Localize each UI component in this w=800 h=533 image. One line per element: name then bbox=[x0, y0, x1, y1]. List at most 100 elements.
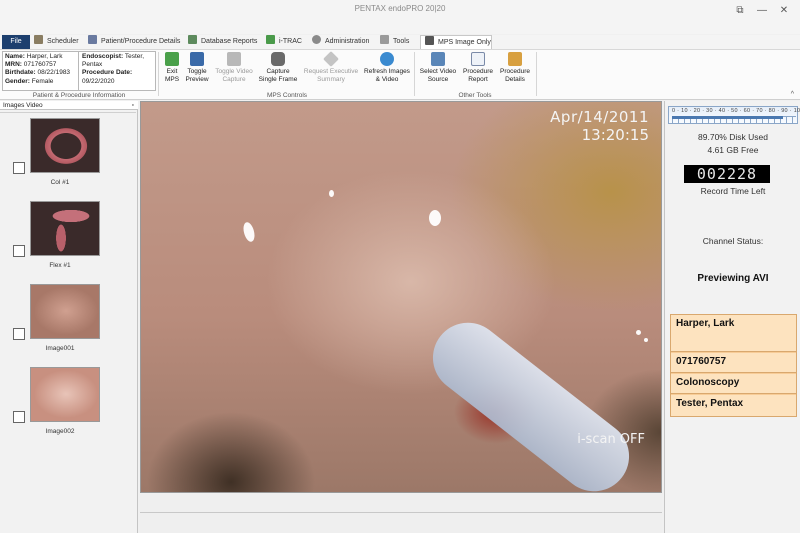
summary-patient-name: Harper, Lark bbox=[671, 315, 796, 352]
button-label: & Video bbox=[375, 75, 399, 83]
button-label: Source bbox=[427, 75, 449, 83]
button-label: Exit bbox=[166, 68, 178, 75]
patient-info-caption: Patient & Procedure Information bbox=[32, 92, 126, 99]
thumbnail-label: Image001 bbox=[45, 345, 75, 352]
tools-icon bbox=[380, 35, 389, 44]
capture-single-frame-button[interactable]: Capture Single Frame bbox=[256, 52, 300, 90]
thumbnail-label: Image002 bbox=[45, 428, 75, 435]
tab-itrac[interactable]: i-TRAC bbox=[266, 35, 302, 49]
procedure-report-button[interactable]: Procedure Report bbox=[461, 52, 495, 90]
thumbnail-image-flex-diagram[interactable] bbox=[30, 201, 100, 256]
collapse-ribbon-icon[interactable]: ^ bbox=[791, 91, 794, 98]
tab-label: Tools bbox=[393, 38, 410, 45]
button-label: Details bbox=[505, 75, 525, 83]
toggle-preview-button[interactable]: Toggle Preview bbox=[184, 52, 210, 90]
disk-usage-fill bbox=[672, 116, 784, 119]
tab-database-reports[interactable]: Database Reports bbox=[188, 35, 257, 49]
restore-icon[interactable]: ⧉ bbox=[730, 4, 750, 18]
thumbnail-checkbox[interactable] bbox=[13, 411, 25, 423]
thumbnail-image-endoscopy-2[interactable] bbox=[30, 367, 100, 422]
button-label: Request Executive bbox=[303, 68, 359, 75]
patient-birthdate-line: Birthdate: 08/22/1983 bbox=[5, 69, 76, 77]
summary-physician: Tester, Pentax bbox=[671, 395, 796, 416]
footer-divider bbox=[140, 512, 662, 513]
thumbnail-checkbox[interactable] bbox=[13, 328, 25, 340]
patient-name: Harper, Lark bbox=[26, 53, 63, 60]
mrn-label: MRN: bbox=[5, 61, 22, 69]
disk-usage-gauge: 0 · 10 · 20 · 30 · 40 · 50 · 60 · 70 · 8… bbox=[668, 106, 800, 124]
pin-icon[interactable]: ▫ bbox=[132, 101, 134, 110]
thumbnail-image-endoscopy-1[interactable] bbox=[30, 284, 100, 339]
video-tab[interactable]: Video bbox=[26, 102, 43, 109]
refresh-images-video-button[interactable]: Refresh Images & Video bbox=[362, 52, 412, 90]
ribbon-tabs: File Scheduler Patient/Procedure Details… bbox=[0, 35, 800, 49]
live-video-view[interactable]: Apr/14/2011 13:20:15 i-scan OFF bbox=[140, 101, 662, 493]
thumbnail-checkbox[interactable] bbox=[13, 245, 25, 257]
tab-file-label: File bbox=[10, 38, 22, 45]
tab-label: Scheduler bbox=[47, 38, 79, 45]
camera-icon bbox=[425, 36, 434, 45]
channel-status-label: Channel Status: bbox=[702, 236, 764, 246]
minimize-button[interactable]: — bbox=[752, 4, 772, 18]
thumbnail-list: Col #1 Flex #1 Image001 Image002 bbox=[0, 112, 136, 533]
tab-scheduler[interactable]: Scheduler bbox=[34, 35, 79, 49]
patient-info-left: Name: Harper, Lark MRN: 071760757 Birthd… bbox=[3, 52, 79, 90]
gender-label: Gender: bbox=[5, 77, 30, 85]
details-icon bbox=[508, 52, 522, 66]
tab-patient-procedure-details[interactable]: Patient/Procedure Details bbox=[88, 35, 180, 49]
thumbnail-item[interactable]: Col #1 bbox=[0, 118, 136, 198]
tab-administration[interactable]: Administration bbox=[312, 35, 369, 49]
light-reflection bbox=[644, 338, 648, 342]
thumbnail-item[interactable]: Image002 bbox=[0, 367, 136, 447]
toggle-video-capture-button[interactable]: Toggle Video Capture bbox=[212, 52, 256, 90]
other-tools-caption: Other Tools bbox=[458, 92, 492, 99]
endoscopist-label: Endoscopist: bbox=[82, 53, 124, 60]
calendar-icon bbox=[34, 35, 43, 44]
ribbon: Name: Harper, Lark MRN: 071760757 Birthd… bbox=[0, 49, 800, 100]
thumbnail-checkbox[interactable] bbox=[13, 162, 25, 174]
procedure-date-label: Procedure Date: bbox=[82, 69, 133, 77]
title-bar: PENTAX endoPRO 20|20 ⧉ — ✕ bbox=[0, 0, 800, 34]
thumbnail-item[interactable]: Flex #1 bbox=[0, 201, 136, 281]
thumbnail-item[interactable]: Image001 bbox=[0, 284, 136, 364]
media-panel: Images Video ▫ Col #1 Flex #1 Image001 I… bbox=[0, 101, 138, 533]
tab-label: Administration bbox=[325, 38, 370, 45]
request-executive-summary-button[interactable]: Request Executive Summary bbox=[302, 51, 360, 90]
images-tab[interactable]: Images bbox=[3, 102, 24, 109]
summary-icon bbox=[323, 51, 339, 67]
exit-mps-button[interactable]: Exit MPS bbox=[160, 52, 184, 90]
patient-summary-box: Harper, Lark 071760757 Colonoscopy Teste… bbox=[670, 314, 797, 417]
close-button[interactable]: ✕ bbox=[774, 4, 794, 18]
video-source-icon bbox=[431, 52, 445, 66]
button-label: Procedure bbox=[463, 68, 493, 75]
button-label: Report bbox=[468, 75, 488, 83]
report-icon bbox=[188, 35, 197, 44]
patient-mrn-line: MRN: 071760757 bbox=[5, 61, 76, 69]
tab-mps-image-only[interactable]: MPS Image Only bbox=[420, 35, 492, 49]
video-date-overlay: Apr/14/2011 bbox=[550, 108, 649, 126]
button-label: Select Video bbox=[419, 68, 457, 75]
summary-procedure: Colonoscopy bbox=[671, 374, 796, 394]
procedure-details-button[interactable]: Procedure Details bbox=[497, 52, 533, 90]
video-time-overlay: 13:20:15 bbox=[581, 126, 649, 144]
button-label: Refresh Images bbox=[364, 68, 410, 75]
patient-name-line: Name: Harper, Lark bbox=[5, 53, 76, 61]
group-separator bbox=[536, 52, 537, 96]
button-label: MPS bbox=[164, 75, 180, 83]
endoscopist-line-2: Pentax bbox=[82, 61, 103, 69]
select-video-source-button[interactable]: Select Video Source bbox=[417, 52, 459, 90]
tab-tools[interactable]: Tools bbox=[380, 35, 409, 49]
tab-file[interactable]: File bbox=[2, 35, 30, 49]
media-panel-header: Images Video ▫ bbox=[0, 101, 138, 110]
mps-controls-caption: MPS Controls bbox=[266, 92, 308, 99]
tab-label: Database Reports bbox=[201, 38, 258, 45]
group-separator bbox=[158, 52, 159, 96]
camera-icon bbox=[271, 52, 285, 66]
button-label: Preview bbox=[185, 75, 209, 83]
button-label: Capture bbox=[266, 68, 290, 75]
thumbnail-image-colon-diagram[interactable] bbox=[30, 118, 100, 173]
button-label: Toggle bbox=[187, 68, 207, 75]
light-reflection bbox=[329, 190, 334, 197]
disk-used-text: 89.70% Disk Used bbox=[698, 132, 768, 142]
itrac-icon bbox=[266, 35, 275, 44]
